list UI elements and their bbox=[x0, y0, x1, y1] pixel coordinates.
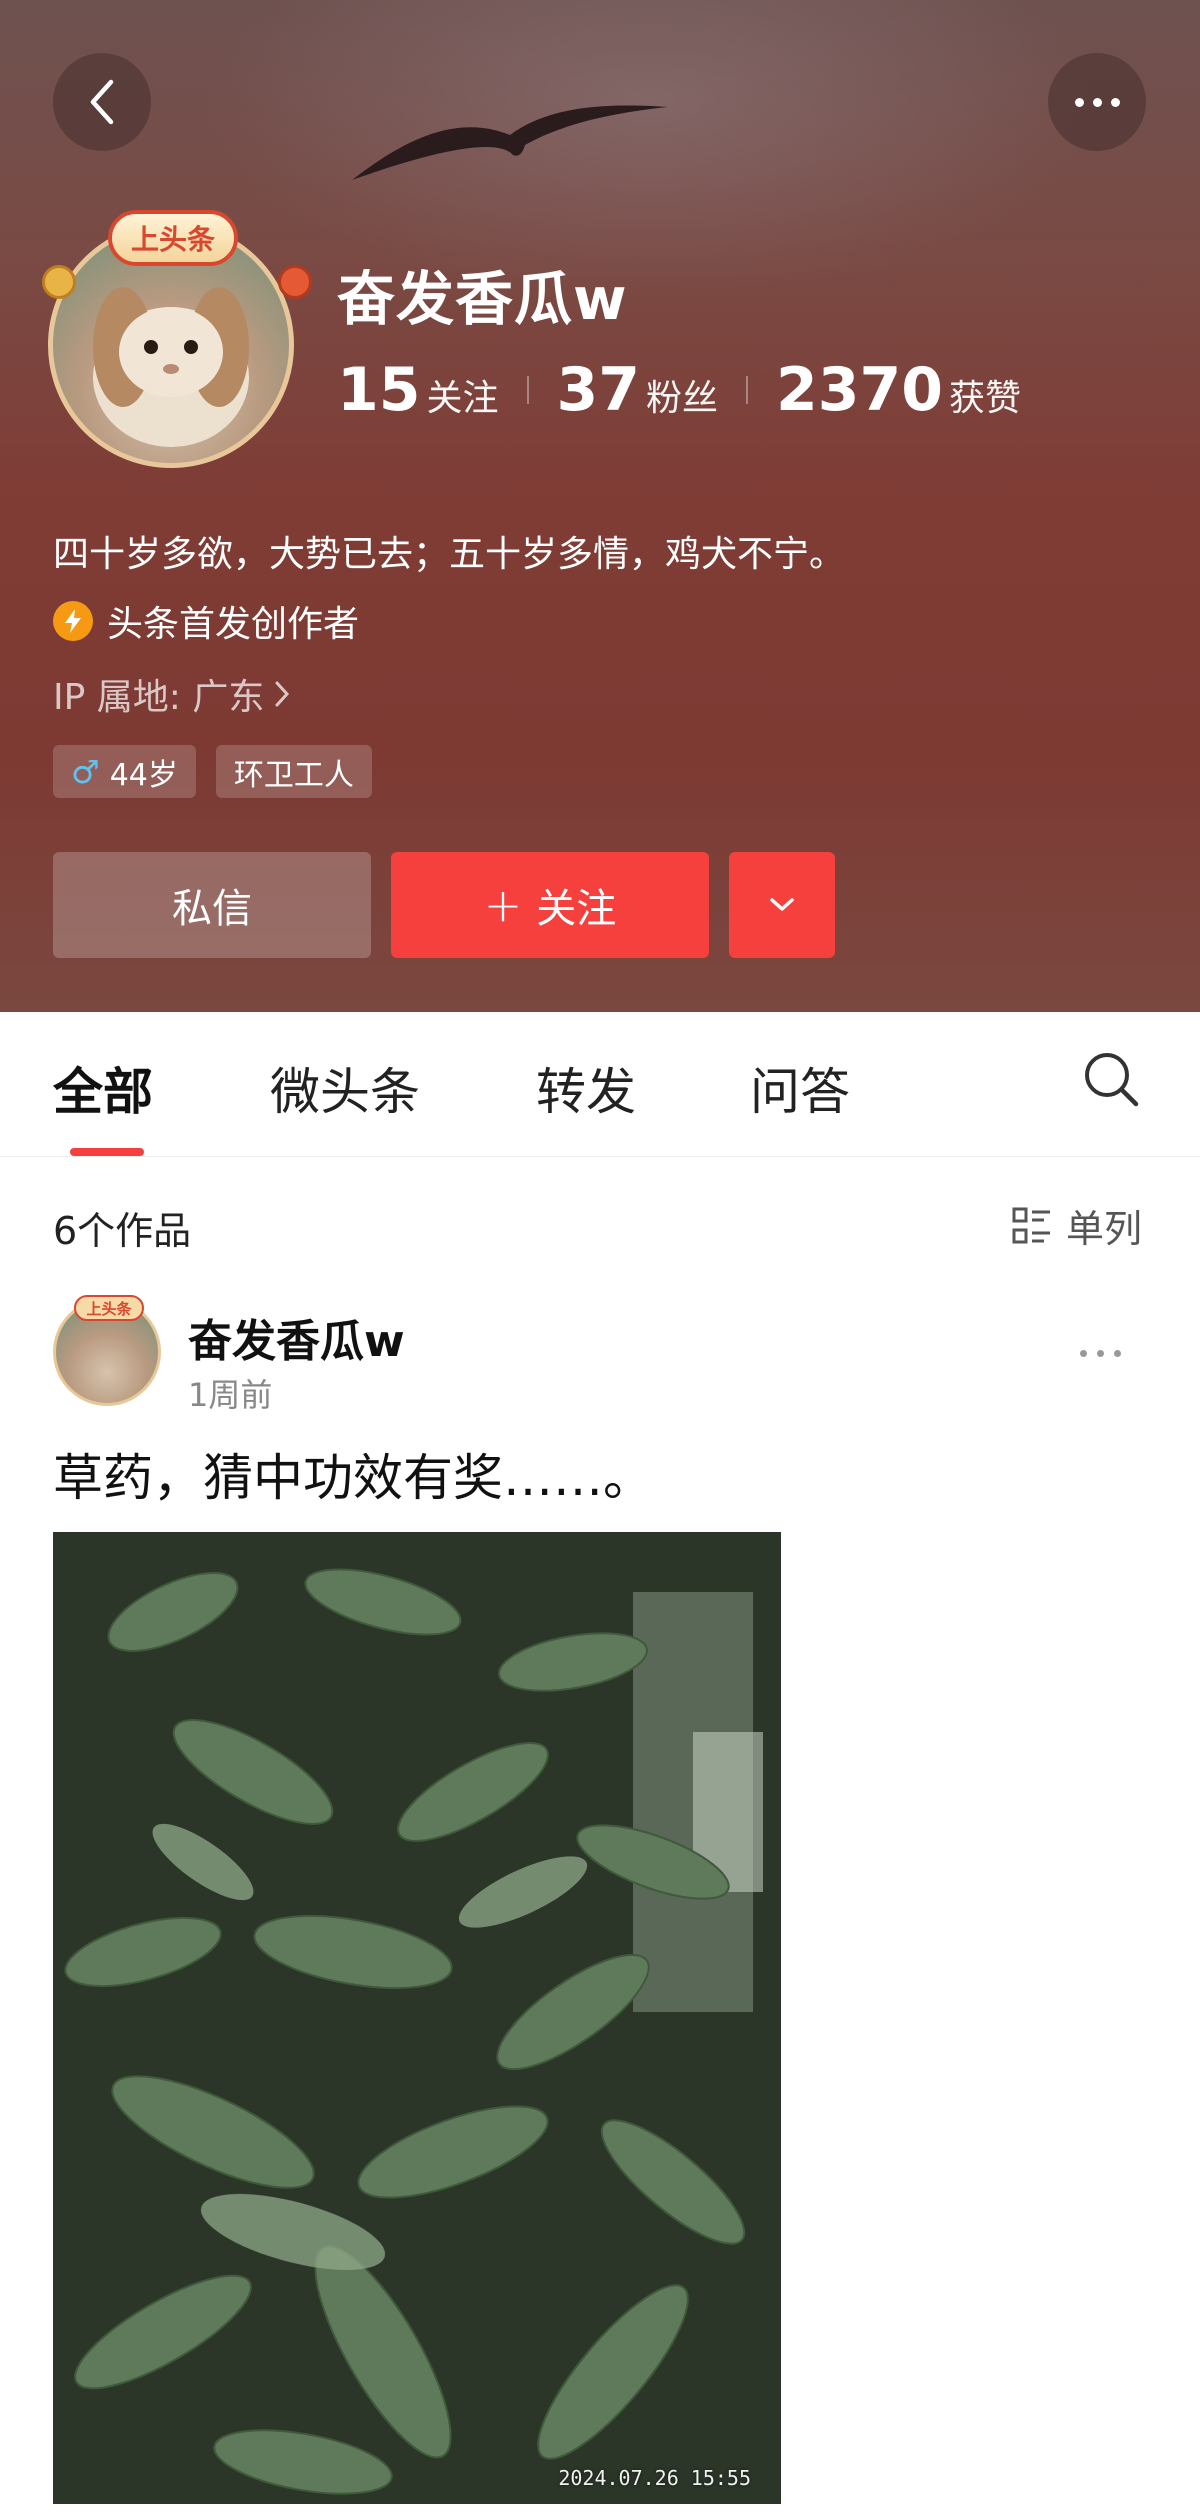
content-tabs: 全部 微头条 转发 问答 bbox=[0, 1012, 1200, 1157]
post-more-icon[interactable] bbox=[1080, 1350, 1121, 1357]
tab-qa[interactable]: 问答 bbox=[750, 1052, 850, 1124]
back-button[interactable] bbox=[53, 53, 151, 151]
chevron-down-icon bbox=[770, 898, 794, 911]
follow-dropdown-button[interactable] bbox=[729, 852, 835, 958]
tab-all[interactable]: 全部 bbox=[53, 1052, 153, 1124]
lightning-icon bbox=[53, 601, 93, 641]
layout-toggle[interactable]: 单列 bbox=[1012, 1198, 1142, 1253]
stat-following[interactable]: 15 关注 bbox=[337, 355, 499, 425]
ribbon-decoration bbox=[42, 265, 76, 299]
works-count: 6个作品 bbox=[53, 1209, 192, 1253]
layout-label: 单列 bbox=[1066, 1207, 1143, 1251]
creator-badge-row[interactable]: 头条首发创作者 bbox=[53, 595, 359, 647]
post-text[interactable]: 草药，猜中功效有奖……。 bbox=[53, 1438, 653, 1510]
list-layout-icon bbox=[1012, 1207, 1050, 1243]
post-image[interactable]: 2024.07.26 15:55 bbox=[53, 1532, 781, 2504]
active-tab-indicator bbox=[70, 1148, 144, 1156]
divider bbox=[526, 376, 529, 404]
male-icon: ♂ bbox=[71, 752, 100, 791]
stat-label: 粉丝 bbox=[646, 378, 719, 419]
stat-number: 2370 bbox=[776, 355, 944, 425]
chevron-right-icon bbox=[275, 681, 290, 707]
bird-decoration bbox=[352, 105, 668, 180]
avatar-badge: 上头条 bbox=[74, 1295, 144, 1321]
chevron-left-icon bbox=[90, 79, 114, 125]
profile-header: 上头条 奋发香瓜w 15 关注 37 粉丝 2370 获赞 四十岁多欲，大势已去… bbox=[0, 0, 1200, 1012]
avatar-badge: 上头条 bbox=[108, 210, 238, 266]
stat-number: 37 bbox=[556, 355, 641, 425]
post-author[interactable]: 奋发香瓜w bbox=[188, 1305, 405, 1369]
divider bbox=[746, 376, 749, 404]
follow-label: 关注 bbox=[536, 886, 617, 932]
post-time: 1周前 bbox=[188, 1376, 273, 1414]
profile-stats: 15 关注 37 粉丝 2370 获赞 bbox=[337, 355, 1021, 425]
more-horizontal-icon bbox=[1074, 97, 1120, 107]
stat-number: 15 bbox=[337, 355, 421, 425]
ip-location[interactable]: IP 属地: 广东 bbox=[53, 668, 290, 720]
leaves-photo bbox=[53, 1532, 781, 2504]
plus-icon: + bbox=[483, 878, 523, 932]
username: 奋发香瓜w bbox=[337, 265, 628, 333]
tag-age: ♂ 44岁 bbox=[53, 745, 196, 798]
follow-button[interactable]: + 关注 bbox=[391, 852, 709, 958]
creator-label: 头条首发创作者 bbox=[107, 604, 360, 645]
tab-repost[interactable]: 转发 bbox=[536, 1052, 636, 1124]
search-icon[interactable] bbox=[1082, 1050, 1140, 1108]
post-avatar[interactable]: 上头条 bbox=[53, 1295, 161, 1406]
stat-followers[interactable]: 37 粉丝 bbox=[557, 355, 719, 425]
profile-tags: ♂ 44岁 环卫工人 bbox=[53, 745, 372, 798]
stat-likes[interactable]: 2370 获赞 bbox=[776, 355, 1021, 425]
message-button[interactable]: 私信 bbox=[53, 852, 371, 958]
ip-label: IP 属地: 广东 bbox=[53, 677, 265, 718]
stat-label: 关注 bbox=[426, 378, 499, 419]
tag-label: 环卫工人 bbox=[233, 757, 354, 793]
profile-avatar[interactable]: 上头条 bbox=[38, 210, 312, 480]
stat-label: 获赞 bbox=[949, 378, 1022, 419]
tag-label: 44岁 bbox=[109, 757, 178, 793]
more-button[interactable] bbox=[1048, 53, 1146, 151]
tag-occupation: 环卫工人 bbox=[215, 745, 372, 798]
ribbon-decoration bbox=[278, 265, 312, 299]
profile-bio: 四十岁多欲，大势已去；五十岁多情，鸡犬不宁。 bbox=[53, 534, 846, 575]
tab-micro[interactable]: 微头条 bbox=[270, 1052, 420, 1124]
photo-timestamp: 2024.07.26 15:55 bbox=[558, 2466, 751, 2490]
